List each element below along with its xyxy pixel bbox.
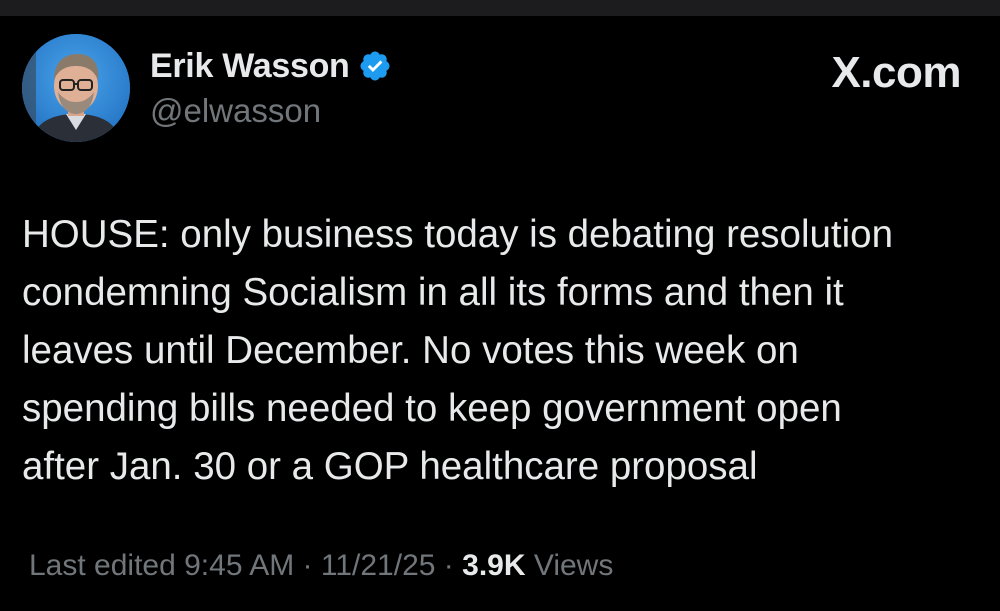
avatar[interactable] bbox=[22, 34, 130, 142]
tweet-line: after Jan. 30 or a GOP healthcare propos… bbox=[22, 445, 758, 488]
author-name[interactable]: Erik Wasson bbox=[150, 47, 350, 86]
author-handle[interactable]: @elwasson bbox=[150, 92, 392, 130]
edited-label[interactable]: Last edited bbox=[29, 549, 176, 582]
tweet-line: leaves until December. No votes this wee… bbox=[22, 329, 799, 372]
author-name-row: Erik Wasson bbox=[150, 44, 392, 88]
tweet-line: condemning Socialism in all its forms an… bbox=[22, 271, 844, 314]
meta-separator: · bbox=[443, 549, 454, 582]
tweet-line: HOUSE: only business today is debating r… bbox=[22, 213, 894, 256]
views-label: Views bbox=[533, 549, 614, 582]
views-count: 3.9K bbox=[462, 549, 526, 582]
tweet-line: spending bills needed to keep government… bbox=[22, 387, 842, 430]
tweet-meta: Last edited 9:45 AM · 11/21/25 · 3.9K Vi… bbox=[29, 549, 613, 583]
tweet-time: 9:45 AM bbox=[184, 549, 295, 582]
author-identity: Erik Wasson @elwasson bbox=[150, 44, 392, 130]
tweet-text: HOUSE: only business today is debating r… bbox=[22, 206, 982, 496]
avatar-image bbox=[22, 34, 130, 142]
verified-badge-icon bbox=[358, 49, 392, 83]
meta-separator: · bbox=[302, 549, 313, 582]
tweet-date: 11/21/25 bbox=[320, 549, 436, 582]
top-strip bbox=[0, 0, 1000, 16]
brand-logo: X.com bbox=[831, 48, 961, 97]
tweet-header: Erik Wasson @elwasson X.com bbox=[22, 34, 978, 144]
